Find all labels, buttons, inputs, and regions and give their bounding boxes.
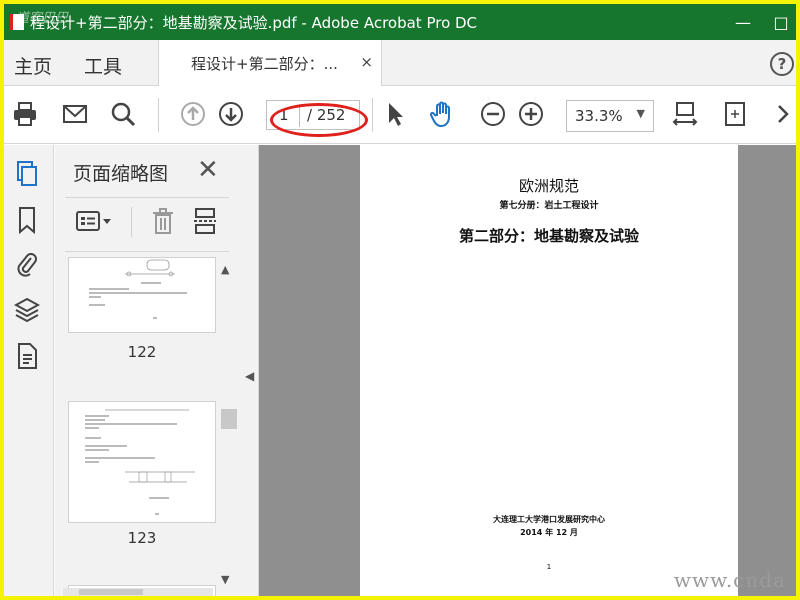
layers-icon[interactable] xyxy=(13,295,41,325)
close-panel-icon[interactable]: ✕ xyxy=(197,155,219,185)
dropdown-caret-icon: ▼ xyxy=(636,107,645,120)
help-icon[interactable]: ? xyxy=(770,52,794,76)
scrollbar-thumb[interactable] xyxy=(221,409,237,429)
page-subtitle: 第七分册：岩土工程设计 xyxy=(499,201,599,211)
thumbnails-scrollbar[interactable]: ▲ ▼ xyxy=(217,257,239,587)
document-view[interactable]: 欧洲规范 第七分册：岩土工程设计 第二部分：地基勘察及试验 大连理工大学港口发展… xyxy=(259,145,796,596)
thumbnail-page-number: 123 xyxy=(127,529,157,547)
navigation-rail xyxy=(4,145,54,596)
tab-tools[interactable]: 工具 xyxy=(84,52,122,79)
more-tools-icon[interactable] xyxy=(768,99,796,129)
page-title: 欧洲规范 xyxy=(518,177,579,195)
window-title: 程设计+第二部分：地基勘察及试验.pdf - Adobe Acrobat Pro… xyxy=(30,13,478,32)
zoom-level-dropdown[interactable]: 33.3% ▼ xyxy=(566,100,654,132)
panel-separator xyxy=(131,207,132,237)
document-tab-label: 程设计+第二部分：... xyxy=(191,54,338,73)
tab-home[interactable]: 主页 xyxy=(14,52,52,79)
page-heading: 第二部分：地基勘察及试验 xyxy=(458,227,639,245)
attachment-icon[interactable] xyxy=(13,249,41,279)
scrollbar-thumb[interactable] xyxy=(79,589,143,595)
page-thumbnails-icon[interactable] xyxy=(13,159,41,189)
page-thumbnail[interactable] xyxy=(68,401,216,523)
insert-page-icon[interactable] xyxy=(191,205,219,237)
maximize-button[interactable]: □ xyxy=(766,4,796,40)
panel-title: 页面缩略图 xyxy=(73,163,169,185)
fit-width-icon[interactable] xyxy=(670,99,700,129)
email-icon[interactable] xyxy=(60,99,90,129)
scroll-up-icon[interactable]: ▲ xyxy=(221,263,229,276)
document-properties-icon[interactable] xyxy=(13,341,41,371)
print-icon[interactable] xyxy=(10,99,40,129)
select-cursor-icon[interactable] xyxy=(380,99,410,129)
main-toolbar: 1 / 252 33.3% ▼ xyxy=(4,86,796,144)
collapse-panel-icon[interactable]: ◀ xyxy=(245,369,254,383)
watermark-top-left: 道客巴巴 xyxy=(16,11,69,26)
thumbnails-list: 122 123 xyxy=(55,257,225,596)
full-screen-icon[interactable] xyxy=(720,99,750,129)
page-institution: 大连理工大学港口发展研究中心 xyxy=(493,515,605,524)
toolbar-separator xyxy=(158,98,159,132)
horizontal-scrollbar[interactable] xyxy=(63,588,213,596)
minimize-button[interactable]: — xyxy=(728,4,758,40)
page-thumbnail[interactable] xyxy=(68,257,216,333)
previous-page-icon[interactable] xyxy=(178,99,208,129)
document-tab[interactable]: 程设计+第二部分：... × xyxy=(158,40,382,86)
toolbar-separator xyxy=(372,98,373,132)
acrobat-window: 程设计+第二部分：地基勘察及试验.pdf - Adobe Acrobat Pro… xyxy=(4,4,796,596)
panel-divider xyxy=(65,251,229,252)
next-page-icon[interactable] xyxy=(216,99,246,129)
watermark-bottom-right: www.cnda xyxy=(673,568,786,592)
bookmark-icon[interactable] xyxy=(13,205,41,235)
red-annotation-ellipse xyxy=(270,103,368,137)
hand-tool-icon[interactable] xyxy=(428,99,458,129)
panel-collapse-strip[interactable]: ◀ xyxy=(241,145,259,596)
page-date: 2014 年 12 月 xyxy=(520,528,578,537)
panel-divider xyxy=(65,197,229,198)
thumbnails-panel: 页面缩略图 ✕ 122 123 ▲ ▼ xyxy=(55,145,241,596)
tabs-row: 主页 工具 程设计+第二部分：... × ? xyxy=(4,40,796,86)
zoom-out-icon[interactable] xyxy=(478,99,508,129)
pdf-page: 欧洲规范 第七分册：岩土工程设计 第二部分：地基勘察及试验 大连理工大学港口发展… xyxy=(360,145,738,596)
delete-page-icon[interactable] xyxy=(149,205,177,237)
scroll-down-icon[interactable]: ▼ xyxy=(221,573,229,586)
zoom-in-icon[interactable] xyxy=(516,99,546,129)
title-bar: 程设计+第二部分：地基勘察及试验.pdf - Adobe Acrobat Pro… xyxy=(4,4,796,40)
zoom-level-value: 33.3% xyxy=(575,107,623,125)
thumbnail-options-icon[interactable] xyxy=(75,205,117,237)
thumbnail-page-number: 122 xyxy=(127,343,157,361)
search-icon[interactable] xyxy=(108,99,138,129)
close-tab-icon[interactable]: × xyxy=(360,53,373,71)
